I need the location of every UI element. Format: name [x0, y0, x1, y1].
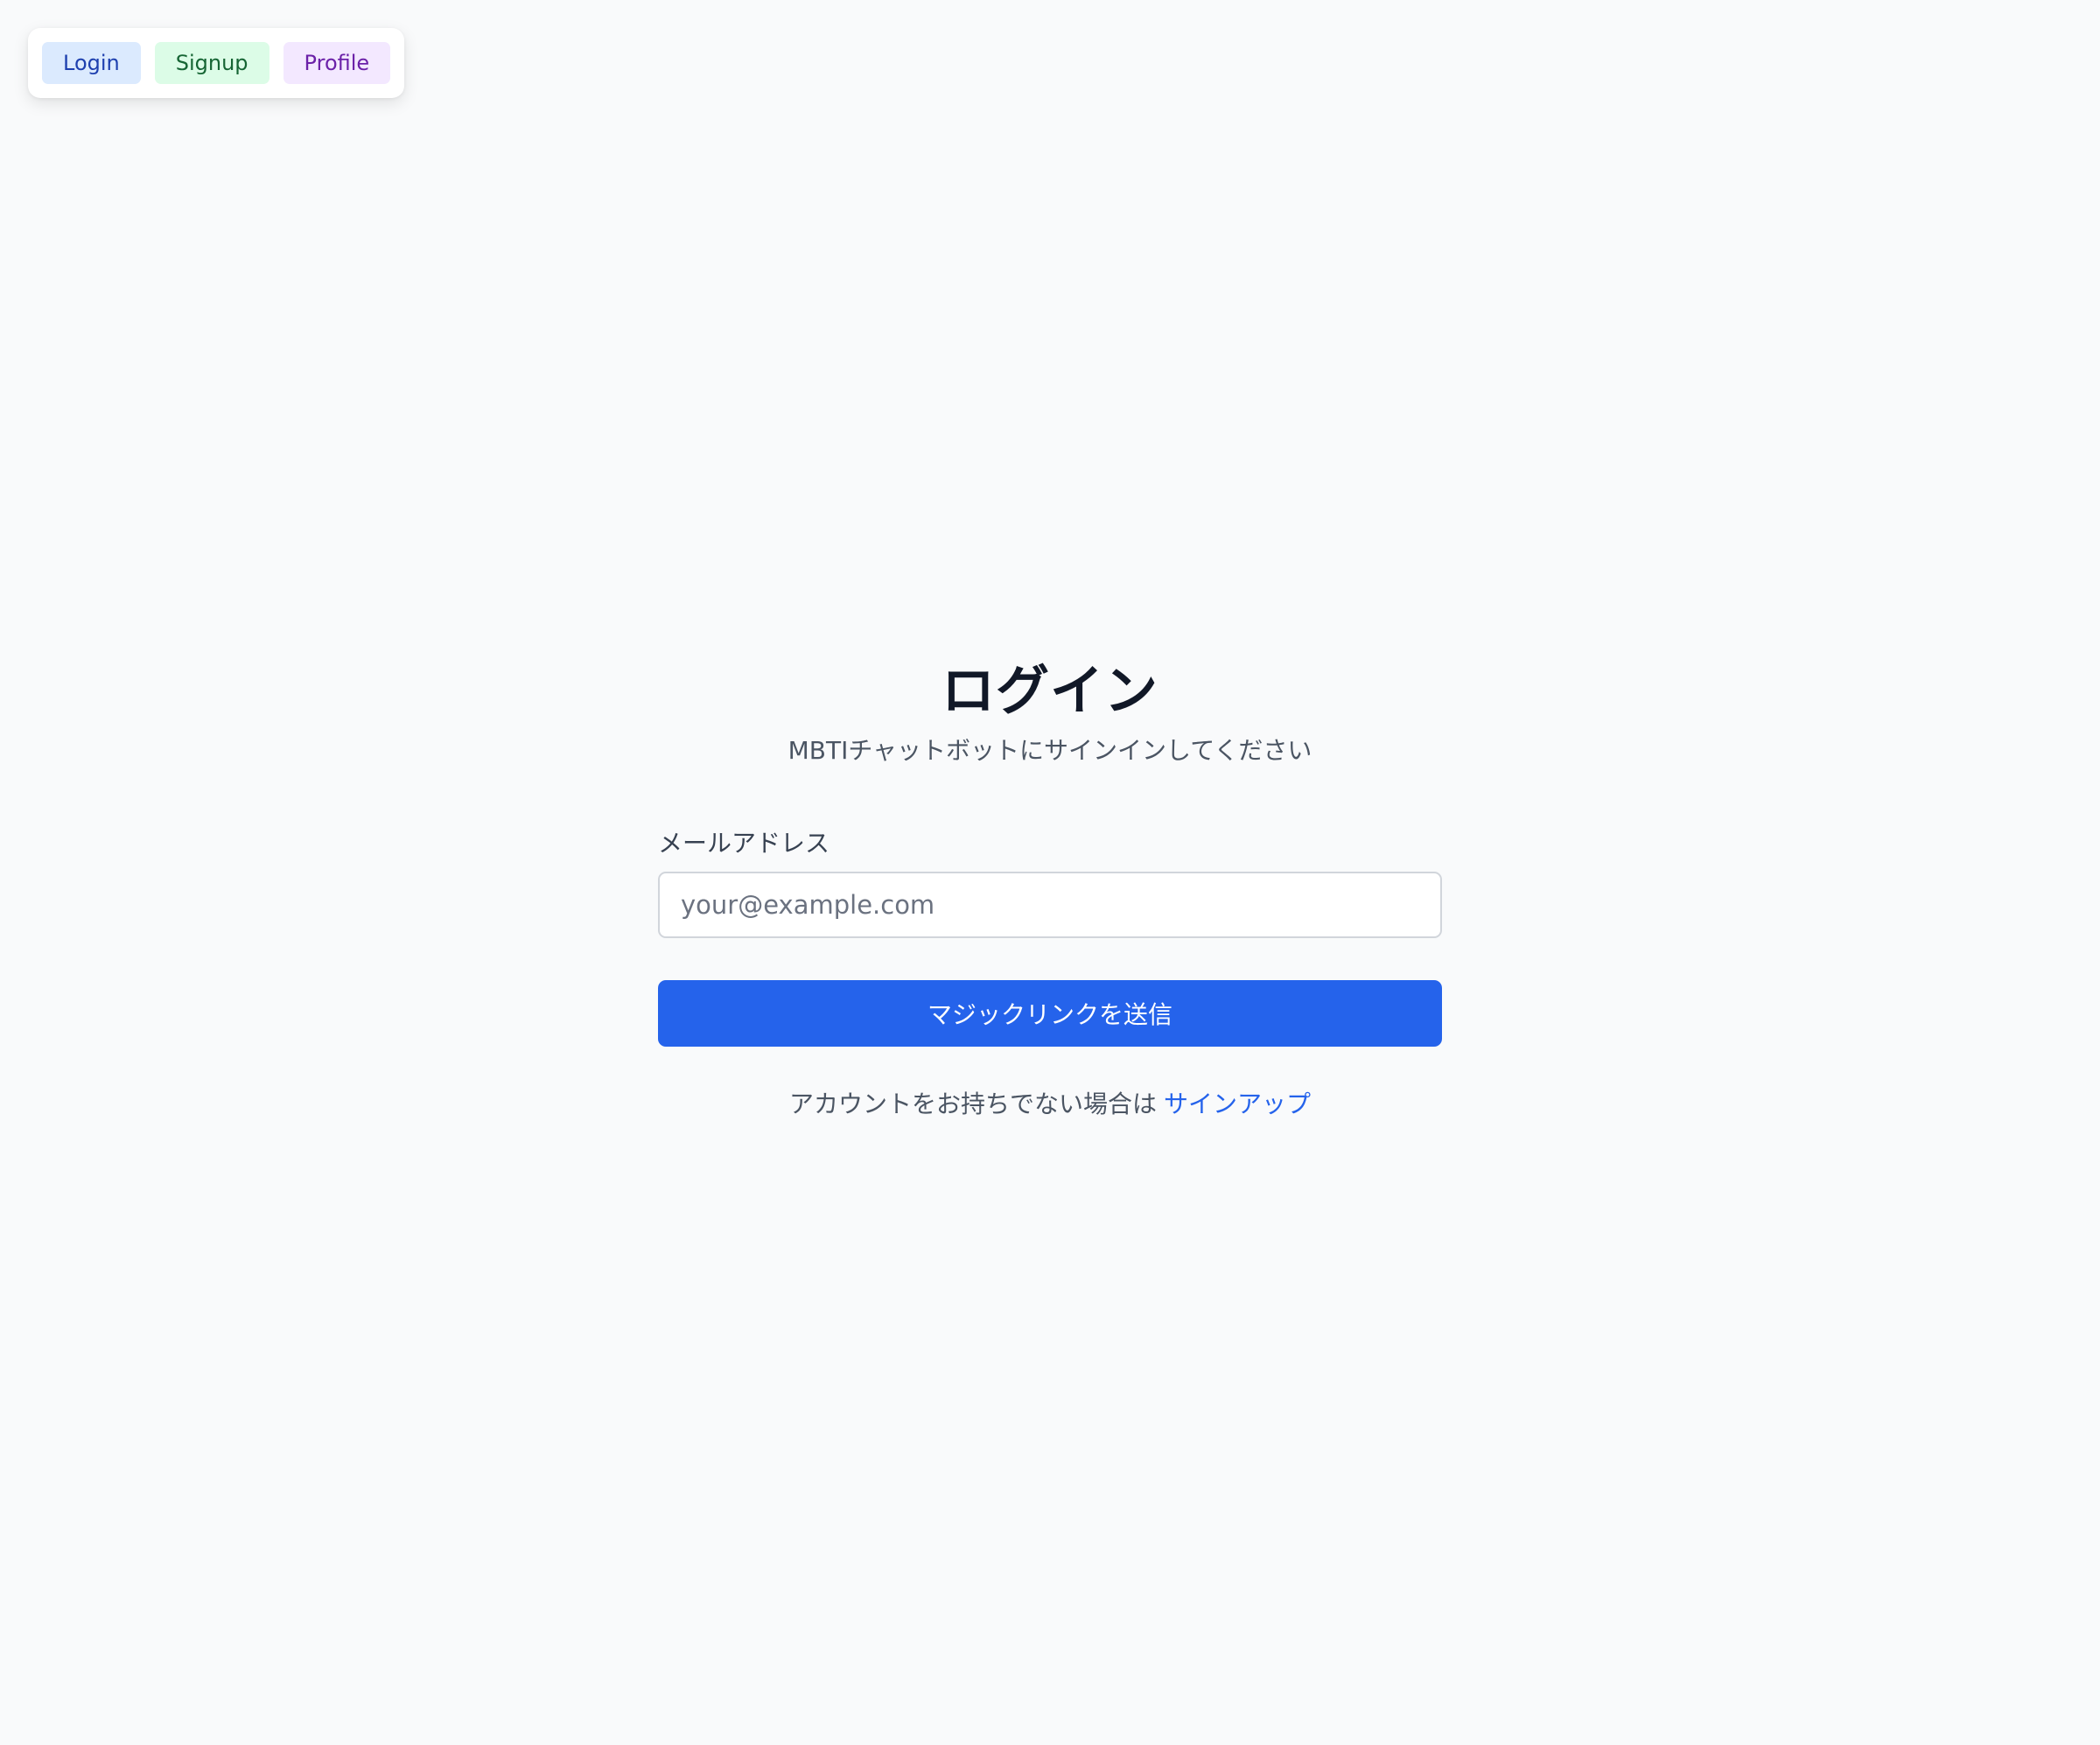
nav-signup-button[interactable]: Signup — [154, 42, 270, 84]
no-account-text: アカウントをお持ちでない場合は — [788, 1090, 1157, 1118]
signup-prompt: アカウントをお持ちでない場合は サインアップ — [658, 1085, 1442, 1124]
page-subtitle: MBTIチャットボットにサインインしてください — [788, 736, 1312, 765]
page-title: ログイン — [941, 660, 1158, 722]
login-container: ログイン MBTIチャットボットにサインインしてください メールアドレス マジッ… — [658, 652, 1442, 1124]
send-magic-link-button[interactable]: マジックリンクを送信 — [658, 980, 1442, 1047]
signup-link[interactable]: サインアップ — [1164, 1090, 1311, 1118]
nav-login-button[interactable]: Login — [42, 42, 141, 84]
email-input[interactable] — [658, 872, 1442, 938]
email-label: メールアドレス — [658, 829, 830, 858]
nav-profile-button[interactable]: Profile — [283, 42, 391, 84]
dev-nav: Login Signup Profile — [28, 28, 405, 98]
